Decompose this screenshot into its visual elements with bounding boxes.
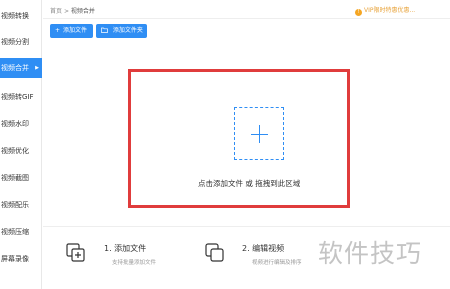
sidebar-item-video-optimize[interactable]: 视频优化: [0, 141, 42, 161]
folder-icon: [101, 27, 110, 34]
breadcrumb: 首页 > 视频合并: [50, 6, 95, 15]
warning-icon: !: [355, 9, 362, 16]
add-folder-button[interactable]: 添加文件夹: [96, 24, 147, 38]
sidebar-item-label: 视频分割: [1, 38, 29, 46]
sidebar-item-label: 视频水印: [1, 120, 29, 128]
watermark: 软件技巧: [318, 239, 423, 268]
breadcrumb-home[interactable]: 首页: [50, 8, 62, 15]
sidebar-item-label: 视频截图: [1, 174, 29, 182]
sidebar-item-label: 视频转换: [1, 12, 29, 20]
step-desc: 支持批量添加文件: [112, 260, 157, 266]
sidebar-item-screen-record[interactable]: 屏幕录像: [0, 249, 42, 269]
sidebar-item-label: 视频压缩: [1, 228, 29, 236]
divider: [43, 226, 450, 227]
step-desc: 视频进行编辑及排序: [252, 260, 302, 266]
drop-zone-text: 点击添加文件 或 拖拽到此区域: [198, 179, 301, 188]
step-title: 2. 编辑视频: [242, 244, 285, 253]
sidebar-item-label: 视频合并: [1, 64, 29, 72]
sidebar-item-video-compress[interactable]: 视频压缩: [0, 222, 42, 242]
chevron-right-icon: ▶: [35, 65, 39, 71]
sidebar-item-label: 视频优化: [1, 147, 29, 155]
add-file-label: 添加文件: [63, 27, 88, 34]
plus-icon: +: [55, 27, 61, 34]
vip-notice[interactable]: ! VIP限时特惠优惠...: [355, 5, 415, 16]
add-file-icon: [66, 243, 85, 262]
breadcrumb-current: 视频合并: [70, 8, 95, 15]
add-file-button[interactable]: + 添加文件: [50, 24, 93, 38]
divider: [43, 18, 450, 19]
breadcrumb-separator: >: [63, 8, 69, 15]
sidebar-item-label: 视频转GIF: [1, 93, 34, 101]
sidebar-item-label: 屏幕录像: [1, 255, 29, 263]
vip-notice-text: VIP限时特惠优惠...: [364, 7, 416, 14]
sidebar-item-video-convert[interactable]: 视频转换: [0, 6, 42, 26]
edit-video-icon: [205, 243, 224, 262]
sidebar-item-video-split[interactable]: 视频分割: [0, 32, 42, 52]
sidebar-item-video-gif[interactable]: 视频转GIF: [0, 87, 42, 107]
sidebar-item-label: 视频配乐: [1, 201, 29, 209]
sidebar: 视频转换 视频分割 视频合并 ▶ 视频转GIF 视频水印 视频优化 视频截图 视频…: [0, 0, 42, 289]
step-title: 1. 添加文件: [104, 244, 147, 253]
sidebar-item-video-music[interactable]: 视频配乐: [0, 195, 42, 215]
sidebar-item-video-merge[interactable]: 视频合并 ▶: [0, 58, 42, 78]
sidebar-item-video-screenshot[interactable]: 视频截图: [0, 168, 42, 188]
sidebar-item-video-watermark[interactable]: 视频水印: [0, 114, 42, 134]
add-file-dropbox[interactable]: [234, 107, 284, 160]
add-folder-label: 添加文件夹: [112, 27, 143, 34]
